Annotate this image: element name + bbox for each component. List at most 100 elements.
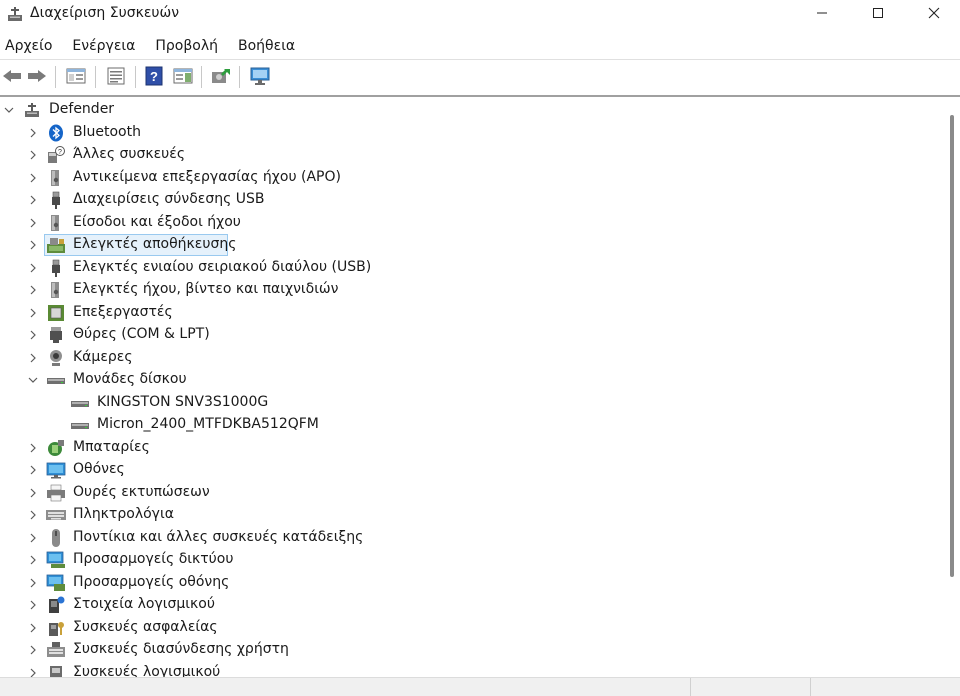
tree-category-item[interactable]: Bluetooth [0,122,944,144]
tree-category-item[interactable]: Προσαρμογείς οθόνης [0,572,944,594]
device-tree: Defender Bluetooth? Άλλες συσκευές Αντικείμ… [0,97,944,677]
port-icon [46,326,66,344]
chevron-right-icon[interactable] [26,351,40,365]
chevron-right-icon[interactable] [26,463,40,477]
tree-category-item[interactable]: Κάμερες [0,347,944,369]
show-hide-console-tree-icon[interactable] [64,65,88,87]
speaker-icon [46,214,66,232]
chevron-right-icon[interactable] [26,553,40,567]
tree-category-item[interactable]: Ελεγκτές ήχου, βίντεο και παιχνιδιών [0,279,944,301]
chevron-right-icon[interactable] [26,306,40,320]
tree-category-item[interactable]: Στοιχεία λογισμικού [0,594,944,616]
battery-icon [46,439,66,457]
tree-item-label: Μπαταρίες [73,438,150,455]
tree-category-item[interactable]: Προσαρμογείς δικτύου [0,549,944,571]
tree-category-item[interactable]: Συσκευές διασύνδεσης χρήστη [0,639,944,661]
chevron-right-icon[interactable] [26,643,40,657]
tree-category-item[interactable]: Συσκευές ασφαλείας [0,617,944,639]
tree-category-item[interactable]: Επεξεργαστές [0,302,944,324]
status-segment [690,678,810,696]
help-icon[interactable]: ? [142,65,166,87]
tree-item-label: Οθόνες [73,461,125,477]
status-segment [810,678,960,696]
tree-item-label: Κάμερες [73,348,133,365]
svg-text:?: ? [58,149,62,156]
network-adapter-icon [46,551,66,569]
keyboard-icon [46,506,66,524]
maximize-button[interactable] [852,0,904,26]
chevron-right-icon[interactable] [26,598,40,612]
window-title: Διαχείριση Συσκευών [30,5,180,21]
usb-plug-icon [46,191,66,209]
chevron-right-icon[interactable] [26,216,40,230]
hid-icon [46,641,66,659]
chevron-right-icon[interactable] [26,171,40,185]
tree-item-label: Θύρες (COM & LPT) [73,326,210,342]
chevron-right-icon[interactable] [26,261,40,275]
chevron-right-icon[interactable] [26,441,40,455]
tree-category-item[interactable]: Οθόνες [0,459,944,481]
tree-category-item[interactable]: Ελεγκτές αποθήκευσης [0,234,944,256]
toolbar: ? [0,59,960,92]
tree-category-item[interactable]: Διαχειρίσεις σύνδεσης USB [0,189,944,211]
scan-hardware-icon[interactable] [248,65,272,87]
tree-device-item[interactable]: Micron_2400_MTFDKBA512QFM [0,414,944,436]
menu-view[interactable]: Προβολή [149,33,224,59]
chevron-right-icon[interactable] [26,126,40,140]
properties-icon[interactable] [104,65,128,87]
back-arrow-icon[interactable] [0,65,24,87]
menu-action[interactable]: Ενέργεια [66,33,141,59]
menu-file[interactable]: Αρχείο [0,33,58,59]
usb-plug-icon [46,259,66,277]
minimize-button[interactable] [796,0,848,26]
device-manager-icon [6,5,24,23]
chevron-right-icon[interactable] [26,486,40,500]
menu-help[interactable]: Βοήθεια [232,33,301,59]
mouse-icon [46,528,66,547]
update-driver-icon[interactable] [209,65,233,87]
tree-category-item[interactable]: Πληκτρολόγια [0,504,944,526]
close-button[interactable] [908,0,960,26]
tree-category-item[interactable]: Θύρες (COM & LPT) [0,324,944,346]
disk-drive-icon [70,416,90,434]
chevron-right-icon[interactable] [26,328,40,342]
tree-item-label: Συσκευές λογισμικού [73,663,221,678]
speaker-icon [46,169,66,187]
computer-icon [22,101,42,119]
chevron-right-icon[interactable] [26,621,40,635]
chevron-right-icon[interactable] [26,508,40,522]
action-pane-icon[interactable] [171,65,195,87]
chevron-down-icon[interactable] [26,373,40,387]
chevron-right-icon[interactable] [26,283,40,297]
chevron-down-icon[interactable] [2,103,16,117]
tree-root-computer[interactable]: Defender [0,99,944,121]
tree-category-item[interactable]: Συσκευές λογισμικού [0,662,944,678]
tree-category-item[interactable]: Ποντίκια και άλλες συσκευές κατάδειξης [0,527,944,549]
chevron-right-icon[interactable] [26,193,40,207]
tree-device-item[interactable]: KINGSTON SNV3S1000G [0,392,944,414]
chevron-right-icon[interactable] [26,148,40,162]
forward-arrow-icon[interactable] [25,65,49,87]
speaker-icon [46,281,66,299]
tree-category-item[interactable]: Αντικείμενα επεξεργασίας ήχου (APO) [0,167,944,189]
tree-category-item[interactable]: ? Άλλες συσκευές [0,144,944,166]
tree-item-label: Αντικείμενα επεξεργασίας ήχου (APO) [73,168,341,185]
chevron-right-icon[interactable] [26,666,40,678]
tree-item-label: Micron_2400_MTFDKBA512QFM [97,416,319,432]
tree-item-label: KINGSTON SNV3S1000G [97,393,269,410]
tree-category-item[interactable]: Μονάδες δίσκου [0,369,944,391]
storage-controller-icon [46,236,66,254]
chevron-right-icon[interactable] [26,576,40,590]
tree-category-item[interactable]: Ουρές εκτυπώσεων [0,482,944,504]
chevron-right-icon[interactable] [26,238,40,252]
tree-item-label: Προσαρμογείς δικτύου [73,551,234,567]
tree-category-item[interactable]: Μπαταρίες [0,437,944,459]
tree-item-label: Είσοδοι και έξοδοι ήχου [73,213,241,230]
scrollbar-thumb[interactable] [950,115,954,577]
chevron-right-icon[interactable] [26,531,40,545]
tree-item-label: Προσαρμογείς οθόνης [73,573,230,590]
vertical-scrollbar[interactable] [944,97,960,677]
tree-category-item[interactable]: Είσοδοι και έξοδοι ήχου [0,212,944,234]
tree-category-item[interactable]: Ελεγκτές ενιαίου σειριακού διαύλου (USB) [0,257,944,279]
display-adapter-icon [46,574,66,592]
